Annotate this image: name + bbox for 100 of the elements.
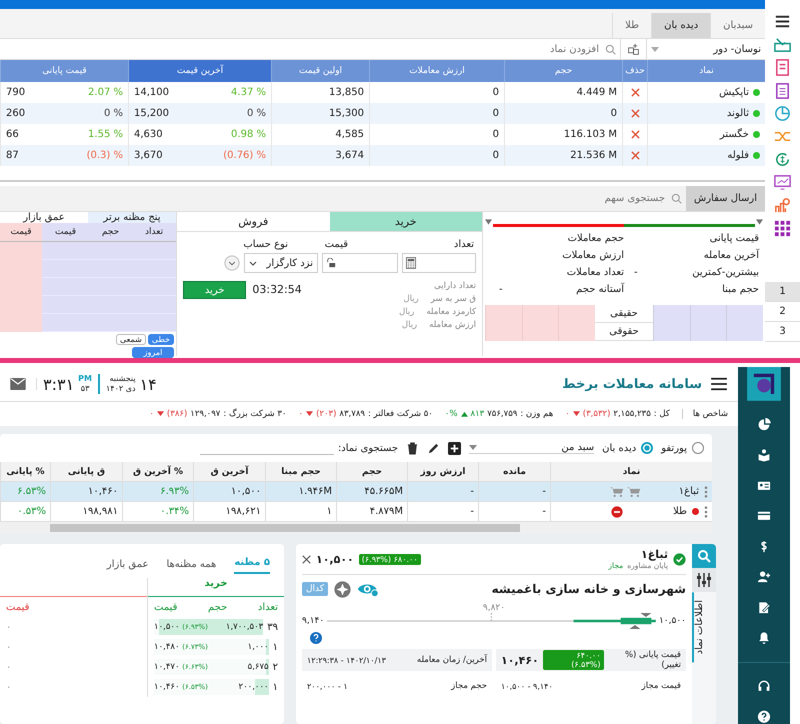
order-side-tab[interactable]: خرید: [330, 212, 482, 232]
watchlist-tab[interactable]: دیده بان: [651, 13, 710, 38]
info-label: حجم مبنا: [722, 284, 759, 295]
view-radio[interactable]: دیده بان: [602, 442, 654, 454]
dollar-refresh-icon[interactable]: [773, 150, 792, 169]
more-icon[interactable]: [704, 486, 708, 498]
price-value: 87: [6, 150, 19, 161]
price-field[interactable]: [322, 253, 398, 273]
clipboard-icon[interactable]: [773, 81, 792, 100]
order-volume: ۱,۷۰۰,۵۰۳: [226, 622, 264, 632]
change-percent: 4.37 %: [231, 87, 266, 98]
expand-button[interactable]: [224, 255, 240, 271]
pie-chart-icon[interactable]: [756, 418, 772, 432]
search-icon: [605, 44, 616, 54]
order-tab[interactable]: ارسال سفارش: [686, 186, 765, 211]
settings-sliders-icon[interactable]: [692, 568, 716, 592]
watchlist-row[interactable]: ثباغ۱ - - ۴۵.۶۶۵M ۱.۹۴۶M ۱۰,۵۰۰ ۶.۹۳% ۱۰,۴۶۰ ۶.۵۳%: [0, 482, 712, 502]
more-icon[interactable]: [704, 506, 708, 518]
table-cell: 0: [369, 103, 504, 124]
grid-icon[interactable]: [773, 219, 792, 238]
add-symbol-field[interactable]: افزودن نماد: [472, 42, 601, 56]
table-cell: ۴۵.۶۶۵M: [336, 482, 407, 502]
table-cell: [485, 323, 522, 341]
price-value: 15,200: [134, 108, 169, 119]
quantity-field[interactable]: [402, 253, 476, 273]
column-header: قیمت: [54, 227, 76, 237]
order-price: ۱۰,۴۸۰: [154, 642, 180, 652]
add-user-icon[interactable]: [756, 570, 772, 584]
marker-icon: [485, 218, 492, 224]
info-value: -: [499, 284, 503, 295]
chart-person-icon[interactable]: [773, 196, 792, 215]
order-count: ۰: [6, 662, 12, 672]
order-volume: ۵,۶۷۵: [248, 662, 269, 672]
search-icon: [671, 193, 682, 204]
page-number[interactable]: 2: [765, 302, 800, 322]
id-card-icon[interactable]: [756, 478, 772, 492]
currency-unit: ریال: [399, 307, 414, 317]
order-book-tab[interactable]: همه مظنه‌ها: [166, 559, 216, 574]
info-label: تعداد معاملات: [566, 267, 624, 278]
remove-icon[interactable]: [610, 506, 624, 518]
page-number[interactable]: 1: [765, 282, 800, 302]
account-type-dropdown[interactable]: نزد کارگزار: [244, 253, 318, 273]
index-percent: ۰: [565, 409, 570, 419]
stat-label: آخرین/ زمان معامله: [416, 655, 487, 665]
calculator-icon[interactable]: [406, 257, 416, 269]
depth-tab[interactable]: عمق بازار: [0, 212, 88, 223]
price-value: 790: [6, 87, 26, 98]
receipt-icon[interactable]: [773, 58, 792, 77]
status-dot: [753, 89, 760, 96]
depth-tab[interactable]: پنج مظنه برتر: [88, 212, 176, 223]
edit-icon[interactable]: [427, 442, 440, 454]
info-label: کارمزد معامله: [426, 307, 476, 317]
field-label: تعداد: [452, 239, 474, 250]
change-percent: (0.3) %: [86, 150, 123, 161]
monitor-chart-icon[interactable]: [773, 173, 792, 192]
star-icon[interactable]: [334, 580, 352, 598]
add-icon[interactable]: [448, 442, 462, 454]
order-side-tab[interactable]: فروش: [177, 212, 330, 232]
table-cell: 21.536 M: [504, 145, 622, 166]
menu-icon[interactable]: [710, 377, 728, 391]
index-percent: ۰%: [444, 409, 458, 419]
stock-search-field[interactable]: جستجوی سهم: [538, 192, 667, 205]
help-icon[interactable]: [310, 632, 322, 644]
support-headset-icon[interactable]: [756, 680, 772, 694]
page-number[interactable]: 3: [765, 322, 800, 342]
book-person-icon[interactable]: [756, 448, 772, 462]
chart-type-button[interactable]: خطی: [148, 334, 174, 345]
currency-unit: ریال: [402, 320, 418, 330]
table-cell: [522, 323, 558, 341]
range-button[interactable]: امروز: [132, 347, 174, 358]
watchlist-tab[interactable]: طلا: [612, 13, 652, 38]
horizontal-scrollbar[interactable]: [0, 522, 712, 534]
index-name: ۵۰ شرکت فعالتر :: [368, 409, 433, 419]
change-percent: 2.07 %: [88, 87, 123, 98]
table-cell: [485, 305, 522, 323]
price-value: 4,630: [134, 129, 163, 140]
info-label: ارزش معاملات: [562, 250, 624, 261]
table-cell: -: [407, 482, 478, 502]
price-value: 66: [6, 129, 19, 140]
order-count: ۱: [272, 682, 278, 692]
add-symbols-icon[interactable]: [627, 42, 640, 56]
change-percent: 1.55 %: [88, 129, 123, 140]
chart-type-button[interactable]: شمعی: [116, 334, 146, 345]
order-volume: ۲۰۰,۰۰۰: [238, 682, 269, 692]
lock-icon[interactable]: [326, 258, 336, 268]
order-count: ۰: [6, 622, 12, 632]
basket-dropdown[interactable]: سبد من: [469, 442, 594, 454]
status-dot: [753, 110, 760, 117]
order-book-tab[interactable]: عمق بازار: [106, 559, 148, 574]
symbol-name: ثباغ۱: [640, 548, 668, 562]
view-radio[interactable]: پورتفو: [661, 442, 704, 454]
help-icon[interactable]: [756, 710, 772, 724]
close-icon[interactable]: [302, 554, 311, 564]
delete-icon[interactable]: [406, 442, 420, 454]
index-change: (۲۰۳): [316, 409, 336, 419]
range-high: ۱۰,۵۰۰: [658, 616, 686, 626]
stat-label: حجم مجاز: [451, 681, 487, 691]
order-price: ۱۰,۵۰۰: [154, 622, 180, 632]
credit-card-icon[interactable]: [756, 509, 772, 523]
index-change: (۳,۵۳۲): [582, 409, 610, 419]
